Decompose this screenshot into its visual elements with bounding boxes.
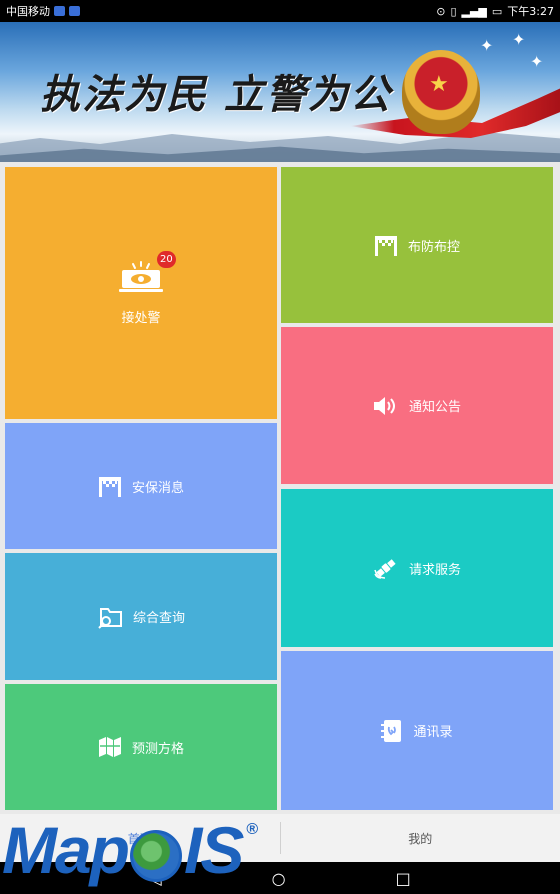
tile-label: 安保消息 xyxy=(131,480,184,496)
eye-monitor-icon: 20 xyxy=(119,250,176,295)
notification-icon xyxy=(54,6,65,16)
recents-icon[interactable]: □ xyxy=(396,869,411,888)
notification-icon xyxy=(69,6,80,16)
tile-jiechujing[interactable]: 20 接处警 xyxy=(5,167,277,419)
battery-icon: ▭ xyxy=(491,4,503,18)
tile-label: 接处警 xyxy=(121,310,161,326)
brand-text-b: IS xyxy=(184,813,244,887)
tile-yucefangge[interactable]: 预测方格 xyxy=(5,684,277,810)
gate-icon xyxy=(98,475,122,497)
clock-time: 下午3:27 xyxy=(507,5,554,18)
tile-label: 通讯录 xyxy=(413,725,453,740)
police-emblem-icon: ★ xyxy=(402,50,480,134)
vibrate-icon: ▯ xyxy=(450,4,457,18)
tile-anbaoxiaoxi[interactable]: 安保消息 xyxy=(5,423,277,549)
tile-bufangbukong[interactable]: 布防布控 xyxy=(281,167,553,323)
tile-label: 布防布控 xyxy=(407,239,460,255)
dove-icon: ✦ xyxy=(480,36,494,55)
map-icon xyxy=(98,736,122,758)
location-icon: ⊙ xyxy=(436,4,446,18)
tile-label: 综合查询 xyxy=(132,611,185,626)
tile-tongxunlu[interactable]: 通讯录 xyxy=(281,651,553,810)
tile-tongzhigonggao[interactable]: 通知公告 xyxy=(281,327,553,484)
satellite-icon xyxy=(373,556,399,580)
mapgis-watermark-logo: Map IS ® xyxy=(2,808,258,892)
globe-icon xyxy=(130,830,182,882)
status-bar: 中国移动 ⊙ ▯ ▂▄▆ ▭ 下午3:27 xyxy=(0,0,560,22)
dove-icon: ✦ xyxy=(512,30,526,49)
banner-slogan: 执法为民 立警为公 xyxy=(40,71,392,118)
banner: ✦ ✦ ✦ ★ 执法为民 立警为公 xyxy=(0,22,560,162)
carrier-name: 中国移动 xyxy=(6,5,50,18)
contacts-icon xyxy=(381,719,403,743)
tile-zonghechaxun[interactable]: 综合查询 xyxy=(5,553,277,680)
dove-icon: ✦ xyxy=(530,52,544,71)
unread-count-badge: 20 xyxy=(157,250,176,268)
folder-search-icon xyxy=(97,605,123,629)
tab-mine[interactable]: 我的 xyxy=(281,814,560,862)
tile-label: 预测方格 xyxy=(131,741,184,757)
tile-label: 请求服务 xyxy=(408,562,461,578)
tile-qingqiufuwu[interactable]: 请求服务 xyxy=(281,489,553,647)
brand-text-a: Map xyxy=(2,813,130,887)
registered-mark: ® xyxy=(246,821,258,838)
home-icon[interactable]: ○ xyxy=(272,869,286,888)
signal-icon: ▂▄▆ xyxy=(461,4,487,18)
tab-label: 我的 xyxy=(408,831,433,846)
tile-label: 通知公告 xyxy=(408,400,461,415)
gate-icon xyxy=(374,234,398,256)
speaker-icon xyxy=(373,395,399,417)
